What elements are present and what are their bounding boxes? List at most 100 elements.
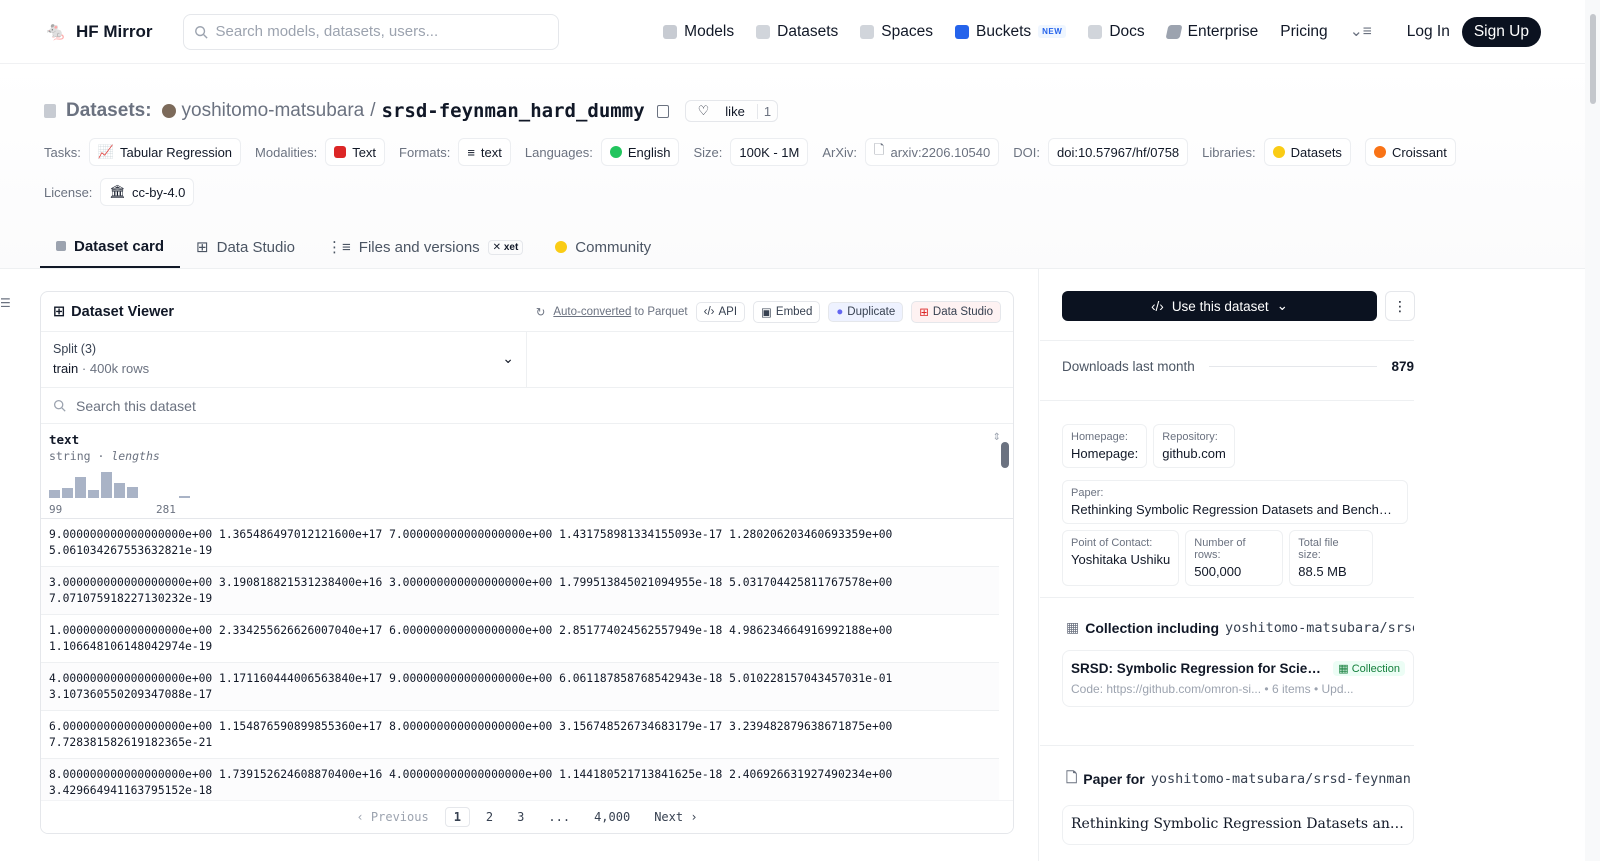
- table-row[interactable]: 1.000000000000000000e+00 2.3342556266260…: [41, 615, 999, 663]
- tab-community[interactable]: Community: [539, 226, 667, 268]
- paper-card[interactable]: Rethinking Symbolic Regression Datasets …: [1062, 805, 1414, 845]
- signup-button[interactable]: Sign Up: [1461, 16, 1541, 47]
- code-icon: ‹/›: [1151, 298, 1164, 314]
- login-link[interactable]: Log In: [1395, 23, 1462, 41]
- dataset-metadata: Homepage: Homepage: Repository: github.com…: [1062, 424, 1414, 586]
- meta-homepage[interactable]: Homepage: Homepage:: [1062, 424, 1148, 468]
- pager-label: Previous: [370, 810, 429, 824]
- meta-value: Rethinking Symbolic Regression Datasets …: [1071, 502, 1399, 517]
- nav-enterprise[interactable]: Enterprise: [1156, 14, 1270, 50]
- tab-label: Files and versions: [358, 238, 480, 256]
- tag-label: Libraries:: [1202, 144, 1256, 160]
- repo-tabs: Dataset card ⊞ Data Studio ⋮≡ Files and ve…: [40, 226, 667, 268]
- copy-icon[interactable]: [656, 104, 669, 118]
- data-studio-button[interactable]: ⊞ Data Studio: [911, 300, 1001, 323]
- last-page-button[interactable]: 4,000: [586, 808, 638, 826]
- sort-icon[interactable]: ⇕: [993, 432, 1001, 443]
- chevron-down-icon: ⌄: [1276, 298, 1288, 313]
- nav-pricing[interactable]: Pricing: [1269, 14, 1338, 50]
- tab-dataset-card[interactable]: Dataset card: [40, 226, 181, 268]
- downloads-label: Downloads last month: [1062, 359, 1195, 374]
- tag-library-datasets[interactable]: Datasets: [1263, 138, 1351, 166]
- heart-icon: ♡: [697, 103, 710, 118]
- auto-converted-link[interactable]: Auto-converted: [553, 306, 631, 318]
- dataset-search-input[interactable]: Search this dataset: [41, 388, 1013, 424]
- search-placeholder: Search models, datasets, users...: [215, 23, 439, 40]
- meta-value: 88.5 MB: [1298, 564, 1347, 579]
- meta-key: Repository:: [1162, 431, 1218, 443]
- page-3-button[interactable]: 3: [509, 808, 532, 826]
- nav-spaces[interactable]: Spaces: [849, 14, 944, 50]
- brand-logo[interactable]: 🐁 HF Mirror: [44, 20, 153, 44]
- split-select[interactable]: Split (3) train · 400k rows ⌄: [41, 332, 527, 387]
- dataset-name[interactable]: srsd-feynman_hard_dummy: [382, 100, 645, 122]
- owner-link[interactable]: yoshitomo-matsubara: [182, 100, 365, 122]
- search-input[interactable]: Search models, datasets, users...: [182, 13, 559, 50]
- viewer-scrollbar[interactable]: [1001, 432, 1009, 792]
- previous-page-button[interactable]: ‹ Previous: [348, 808, 436, 826]
- tag-label: Languages:: [524, 144, 593, 160]
- scrollbar-thumb[interactable]: [1001, 442, 1009, 468]
- collection-badge: ▦ Collection: [1333, 661, 1405, 676]
- tag-library-croissant[interactable]: Croissant: [1364, 138, 1456, 166]
- title-separator: /: [370, 100, 376, 121]
- enterprise-icon: [1165, 24, 1183, 39]
- tag-language[interactable]: English: [600, 138, 680, 166]
- table-row[interactable]: 6.000000000000000000e+00 1.1548765908998…: [41, 711, 999, 759]
- tag-label: Modalities:: [255, 144, 318, 160]
- page-2-button[interactable]: 2: [478, 808, 501, 826]
- database-icon: [756, 24, 771, 39]
- nav-label: Pricing: [1280, 22, 1328, 40]
- more-options-button[interactable]: ⋮: [1385, 291, 1415, 321]
- duplicate-icon: ●: [836, 305, 844, 318]
- duplicate-button[interactable]: ● Duplicate: [828, 301, 904, 322]
- tag-size[interactable]: 100K - 1M: [730, 138, 809, 166]
- meta-value: Homepage:: [1071, 446, 1139, 461]
- meta-contact[interactable]: Point of Contact: Yoshitaka Ushiku: [1062, 530, 1180, 586]
- nav-docs[interactable]: Docs: [1077, 14, 1155, 50]
- tag-license[interactable]: 🏛 cc-by-4.0: [100, 178, 195, 206]
- btn-label: Data Studio: [932, 305, 993, 318]
- table-row[interactable]: 9.000000000000000000e+00 1.3654864970121…: [41, 519, 999, 567]
- meta-value: 500,000: [1194, 564, 1242, 579]
- histogram-bar: [62, 487, 73, 498]
- table-row[interactable]: 4.000000000000000000e+00 1.1711604440065…: [41, 663, 999, 711]
- use-dataset-button[interactable]: ‹/› Use this dataset ⌄: [1062, 291, 1377, 321]
- nav-buckets[interactable]: Buckets NEW: [944, 14, 1077, 50]
- collection-subtitle: Code: https://github.com/omron-si... • 6…: [1071, 682, 1354, 696]
- tag-modality[interactable]: Text: [325, 138, 386, 166]
- nav-label: Models: [684, 22, 735, 40]
- tag-label: License:: [44, 184, 93, 200]
- refresh-icon: ↻: [535, 306, 546, 319]
- meta-paper[interactable]: Paper: Rethinking Symbolic Regression Dat…: [1062, 480, 1408, 524]
- sidebar-divider: [1040, 400, 1414, 401]
- tab-data-studio[interactable]: ⊞ Data Studio: [180, 226, 311, 268]
- column-header[interactable]: text string · lengths 99 281 ⇕: [41, 424, 1013, 519]
- page-1-button[interactable]: 1: [444, 807, 470, 827]
- tag-format[interactable]: ≡ text: [458, 138, 511, 166]
- nav-models[interactable]: Models: [652, 14, 745, 50]
- page-scrollbar-thumb[interactable]: [1589, 14, 1596, 104]
- viewer-title: ⊞ Dataset Viewer: [53, 304, 174, 320]
- more-menu-icon[interactable]: ⌄≡: [1339, 14, 1383, 50]
- tag-arxiv[interactable]: 🗋 arxiv:2206.10540: [865, 138, 1000, 166]
- xet-badge: ✕ xet: [487, 239, 524, 255]
- api-button[interactable]: ‹/› API: [695, 301, 746, 322]
- table-row[interactable]: 3.000000000000000000e+00 3.1908188215312…: [41, 567, 999, 615]
- next-page-button[interactable]: Next ›: [646, 808, 705, 826]
- collection-card[interactable]: SRSD: Symbolic Regression for Scient... ▦…: [1062, 650, 1414, 707]
- table-icon: ⊞: [53, 303, 66, 320]
- paper-section: 🗋 Paper for yoshitomo-matsubara/srsd-feynm…: [1062, 767, 1414, 845]
- toc-toggle-icon[interactable]: ☰: [0, 296, 11, 310]
- like-button[interactable]: ♡ like 1: [684, 100, 779, 122]
- nav-datasets[interactable]: Datasets: [745, 14, 849, 50]
- tag-doi[interactable]: doi:10.57967/hf/0758: [1047, 138, 1189, 166]
- page-scrollbar[interactable]: [1585, 0, 1600, 861]
- embed-button[interactable]: ▣ Embed: [753, 300, 821, 323]
- meta-repository[interactable]: Repository: github.com: [1153, 424, 1235, 468]
- tag-label: Size:: [693, 144, 723, 160]
- pagination: ‹ Previous 1 2 3 ... 4,000 Next ›: [41, 800, 1013, 833]
- tab-files[interactable]: ⋮≡ Files and versions ✕ xet: [311, 226, 539, 268]
- tag-task[interactable]: 📈 Tabular Regression: [88, 138, 242, 166]
- chart-icon: 📈: [97, 144, 115, 159]
